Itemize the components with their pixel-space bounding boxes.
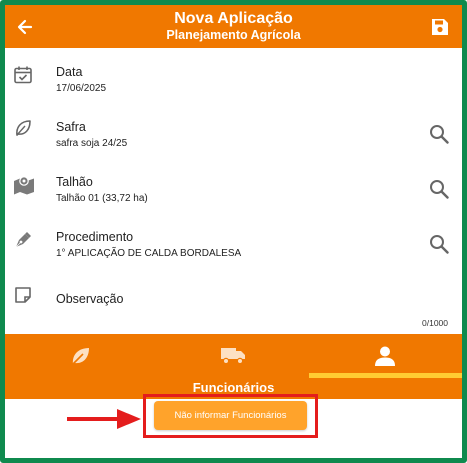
field-label: Observação bbox=[56, 292, 124, 306]
calendar-check-icon bbox=[14, 66, 32, 84]
leaf-icon bbox=[16, 120, 31, 136]
app-header: Nova Aplicação Planejamento Agrícola bbox=[5, 5, 462, 48]
field-data[interactable]: Data 17/06/2025 bbox=[5, 53, 462, 103]
field-value: 17/06/2025 bbox=[56, 83, 107, 94]
field-value: safra soja 24/25 bbox=[56, 138, 128, 149]
app-frame: Nova Aplicação Planejamento Agrícola Dat… bbox=[0, 0, 467, 463]
field-safra[interactable]: Safra safra soja 24/25 bbox=[5, 108, 462, 158]
tab-bar bbox=[5, 334, 462, 378]
field-observacao[interactable]: Observação bbox=[5, 273, 462, 329]
tab-transport[interactable] bbox=[157, 334, 309, 378]
leaf-icon bbox=[72, 348, 89, 365]
page-title: Nova Aplicação bbox=[174, 10, 293, 27]
field-value: Talhão 01 (33,72 ha) bbox=[56, 193, 148, 204]
field-label: Procedimento bbox=[56, 230, 134, 244]
field-value: 1° APLICAÇÃO DE CALDA BORDALESA bbox=[56, 248, 242, 259]
truck-icon bbox=[221, 348, 245, 365]
tab-safra[interactable] bbox=[5, 334, 157, 378]
field-label: Talhão bbox=[56, 175, 93, 189]
pen-nib-icon bbox=[15, 232, 31, 248]
annotation-arrow-icon bbox=[67, 409, 141, 429]
note-icon bbox=[15, 287, 31, 303]
tab-funcionarios[interactable] bbox=[309, 334, 461, 378]
search-icon[interactable] bbox=[429, 179, 449, 199]
person-icon bbox=[375, 346, 395, 366]
field-procedimento[interactable]: Procedimento 1° APLICAÇÃO DE CALDA BORDA… bbox=[5, 218, 462, 268]
search-icon[interactable] bbox=[429, 124, 449, 144]
field-label: Safra bbox=[56, 120, 86, 134]
search-icon[interactable] bbox=[429, 234, 449, 254]
field-label: Data bbox=[56, 65, 83, 79]
field-talhao[interactable]: Talhão Talhão 01 (33,72 ha) bbox=[5, 163, 462, 213]
character-counter: 0/1000 bbox=[422, 318, 448, 328]
page-subtitle: Planejamento Agrícola bbox=[166, 28, 301, 42]
floppy-disk-icon[interactable] bbox=[430, 17, 450, 37]
map-marker-icon bbox=[14, 176, 34, 195]
annotation-highlight-box bbox=[143, 394, 318, 438]
